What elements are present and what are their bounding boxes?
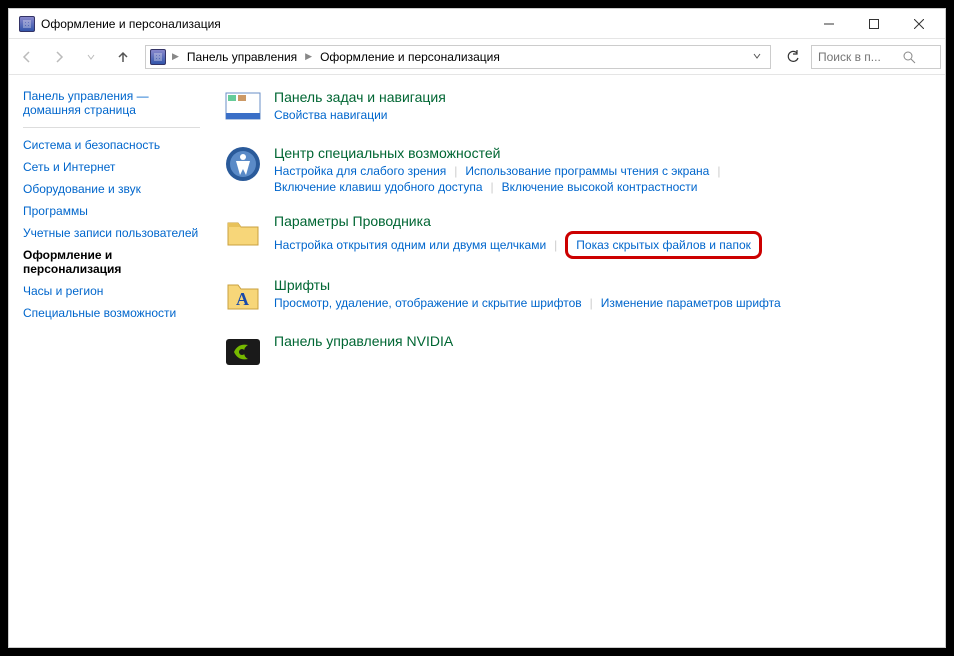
taskbar-icon <box>224 89 262 127</box>
titlebar: Оформление и персонализация <box>9 9 945 39</box>
link-hidden-files[interactable]: Показ скрытых файлов и папок <box>576 237 751 253</box>
link-easy-keys[interactable]: Включение клавиш удобного доступа <box>274 179 483 195</box>
search-box[interactable] <box>811 45 941 69</box>
link-high-contrast[interactable]: Включение высокой контрастности <box>502 179 698 195</box>
chevron-right-icon: ▶ <box>303 51 314 62</box>
search-input[interactable] <box>818 50 898 64</box>
refresh-button[interactable] <box>779 45 807 69</box>
maximize-button[interactable] <box>851 10 896 38</box>
category-nvidia: Панель управления NVIDIA <box>224 327 935 383</box>
window-title: Оформление и персонализация <box>41 17 806 31</box>
link-screen-reader[interactable]: Использование программы чтения с экрана <box>465 163 709 179</box>
content: Панель задач и навигация Свойства навига… <box>214 75 945 647</box>
app-icon <box>19 16 35 32</box>
search-icon <box>902 50 916 64</box>
link-view-fonts[interactable]: Просмотр, удаление, отображение и скрыти… <box>274 295 582 311</box>
sidebar-item-programs[interactable]: Программы <box>23 200 200 222</box>
ease-icon <box>224 145 262 183</box>
category-ease-of-access: Центр специальных возможностей Настройка… <box>224 139 935 207</box>
sidebar-item-network[interactable]: Сеть и Интернет <box>23 156 200 178</box>
category-title[interactable]: Центр специальных возможностей <box>274 145 935 161</box>
sidebar-home[interactable]: Панель управления — домашняя страница <box>23 85 200 121</box>
close-button[interactable] <box>896 10 941 38</box>
category-title[interactable]: Панель задач и навигация <box>274 89 935 105</box>
category-title[interactable]: Шрифты <box>274 277 935 293</box>
sidebar-item-appearance[interactable]: Оформление и персонализация <box>23 244 200 280</box>
toolbar: ▶ Панель управления ▶ Оформление и персо… <box>9 39 945 75</box>
back-button[interactable] <box>13 43 41 71</box>
link-low-vision[interactable]: Настройка для слабого зрения <box>274 163 446 179</box>
forward-button[interactable] <box>45 43 73 71</box>
up-button[interactable] <box>109 43 137 71</box>
category-taskbar: Панель задач и навигация Свойства навига… <box>224 83 935 139</box>
address-bar[interactable]: ▶ Панель управления ▶ Оформление и персо… <box>145 45 771 69</box>
category-fonts: A Шрифты Просмотр, удаление, отображение… <box>224 271 935 327</box>
address-icon <box>150 49 166 65</box>
highlighted-link: Показ скрытых файлов и папок <box>565 231 762 259</box>
sidebar-item-ease[interactable]: Специальные возможности <box>23 302 200 324</box>
sidebar-separator <box>23 127 200 128</box>
sidebar-item-clock[interactable]: Часы и регион <box>23 280 200 302</box>
link-click-settings[interactable]: Настройка открытия одним или двумя щелчк… <box>274 237 546 253</box>
category-title[interactable]: Параметры Проводника <box>274 213 935 229</box>
category-explorer-options: Параметры Проводника Настройка открытия … <box>224 207 935 271</box>
breadcrumb-root[interactable]: Панель управления <box>185 50 299 64</box>
link-font-settings[interactable]: Изменение параметров шрифта <box>601 295 781 311</box>
sidebar-item-accounts[interactable]: Учетные записи пользователей <box>23 222 200 244</box>
body: Панель управления — домашняя страница Си… <box>9 75 945 647</box>
category-title[interactable]: Панель управления NVIDIA <box>274 333 935 349</box>
sidebar-item-hardware[interactable]: Оборудование и звук <box>23 178 200 200</box>
nvidia-icon <box>224 333 262 371</box>
folder-options-icon <box>224 213 262 251</box>
sidebar-item-system[interactable]: Система и безопасность <box>23 134 200 156</box>
minimize-button[interactable] <box>806 10 851 38</box>
sidebar: Панель управления — домашняя страница Си… <box>9 75 214 647</box>
svg-text:A: A <box>236 289 249 309</box>
chevron-right-icon: ▶ <box>170 51 181 62</box>
breadcrumb-current[interactable]: Оформление и персонализация <box>318 50 502 64</box>
recent-dropdown[interactable] <box>77 43 105 71</box>
control-panel-window: Оформление и персонализация ▶ Панель упр… <box>8 8 946 648</box>
address-dropdown[interactable] <box>748 50 766 64</box>
link-navigation-properties[interactable]: Свойства навигации <box>274 107 387 123</box>
fonts-icon: A <box>224 277 262 315</box>
